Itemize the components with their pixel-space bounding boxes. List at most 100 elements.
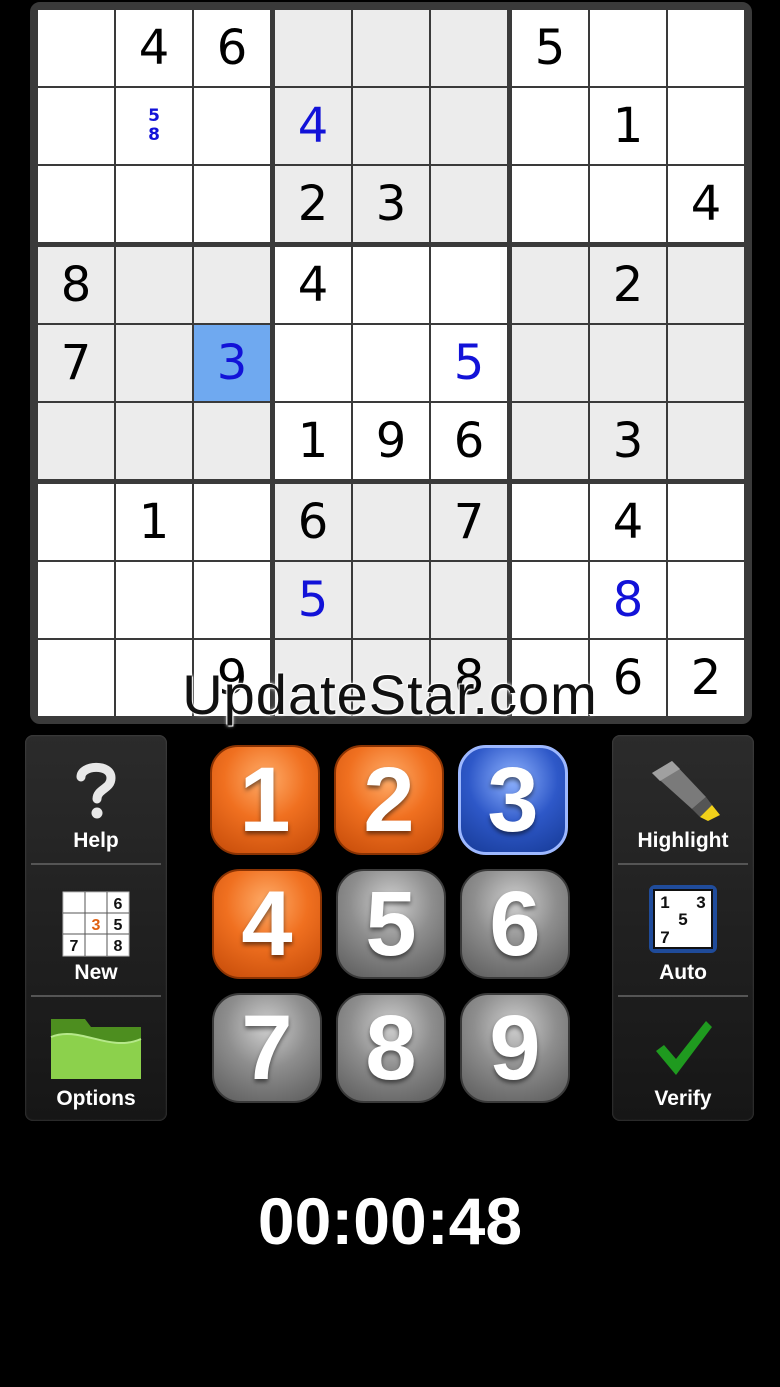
- sudoku-cell[interactable]: [668, 325, 744, 401]
- sudoku-cell[interactable]: [590, 10, 666, 86]
- sudoku-cell[interactable]: 9: [194, 640, 270, 716]
- sudoku-cell[interactable]: [38, 640, 114, 716]
- sudoku-cell[interactable]: 1: [590, 88, 666, 164]
- sudoku-cell[interactable]: 9: [353, 403, 429, 479]
- sudoku-cell[interactable]: [668, 247, 744, 323]
- auto-button[interactable]: 1 3 5 7 Auto: [612, 865, 754, 995]
- number-key-4[interactable]: 4: [212, 869, 322, 979]
- sudoku-cell[interactable]: 4: [668, 166, 744, 242]
- grid-line: [33, 401, 749, 403]
- sudoku-cell[interactable]: [512, 88, 588, 164]
- sudoku-cell[interactable]: [590, 325, 666, 401]
- sudoku-cell[interactable]: [38, 484, 114, 560]
- sudoku-cell[interactable]: [194, 166, 270, 242]
- sudoku-cell[interactable]: [512, 247, 588, 323]
- sudoku-cell[interactable]: 2: [668, 640, 744, 716]
- sudoku-cell[interactable]: [431, 247, 507, 323]
- sudoku-cell[interactable]: [668, 562, 744, 638]
- sudoku-cell[interactable]: [512, 640, 588, 716]
- sudoku-cell[interactable]: 6: [590, 640, 666, 716]
- sudoku-cell[interactable]: 8: [38, 247, 114, 323]
- sudoku-cell[interactable]: [512, 325, 588, 401]
- sudoku-cell[interactable]: 5: [431, 325, 507, 401]
- verify-button[interactable]: Verify: [612, 997, 754, 1121]
- sudoku-cell[interactable]: 5: [512, 10, 588, 86]
- sudoku-cell[interactable]: 4: [275, 88, 351, 164]
- new-button[interactable]: 6 3 5 7 8 New: [25, 865, 167, 995]
- number-key-9[interactable]: 9: [460, 993, 570, 1103]
- sudoku-cell[interactable]: [194, 88, 270, 164]
- sudoku-cell[interactable]: [512, 166, 588, 242]
- sudoku-cell[interactable]: [353, 640, 429, 716]
- sudoku-cell[interactable]: [353, 484, 429, 560]
- number-key-8[interactable]: 8: [336, 993, 446, 1103]
- sudoku-cell[interactable]: 6: [194, 10, 270, 86]
- checkmark-icon: [656, 1021, 712, 1075]
- sudoku-cell[interactable]: [431, 562, 507, 638]
- sudoku-cell[interactable]: [194, 484, 270, 560]
- sudoku-cell[interactable]: 1: [116, 484, 192, 560]
- sudoku-cell[interactable]: [275, 325, 351, 401]
- sudoku-cell[interactable]: 4: [590, 484, 666, 560]
- sudoku-cell[interactable]: [512, 484, 588, 560]
- sudoku-cell[interactable]: [38, 10, 114, 86]
- sudoku-cell[interactable]: [431, 88, 507, 164]
- sudoku-cell[interactable]: [353, 88, 429, 164]
- sudoku-cell[interactable]: 4: [116, 10, 192, 86]
- sudoku-cell[interactable]: 6: [431, 403, 507, 479]
- sudoku-cell[interactable]: [38, 166, 114, 242]
- sudoku-cell[interactable]: 7: [431, 484, 507, 560]
- note-digit: 5: [148, 106, 160, 126]
- sudoku-cell[interactable]: [38, 403, 114, 479]
- sudoku-cell[interactable]: 58: [116, 88, 192, 164]
- sudoku-cell[interactable]: [116, 403, 192, 479]
- sudoku-cell[interactable]: [194, 247, 270, 323]
- sudoku-cell[interactable]: 8: [590, 562, 666, 638]
- sudoku-cell[interactable]: [668, 88, 744, 164]
- sudoku-cell[interactable]: 4: [275, 247, 351, 323]
- sudoku-cell[interactable]: [275, 10, 351, 86]
- number-key-7[interactable]: 7: [212, 993, 322, 1103]
- sudoku-cell[interactable]: 5: [275, 562, 351, 638]
- number-key-3[interactable]: 3: [458, 745, 568, 855]
- highlight-button[interactable]: Highlight: [612, 735, 754, 863]
- number-key-2[interactable]: 2: [334, 745, 444, 855]
- number-key-5[interactable]: 5: [336, 869, 446, 979]
- sudoku-cell[interactable]: 7: [38, 325, 114, 401]
- sudoku-cell[interactable]: [194, 562, 270, 638]
- help-button[interactable]: Help: [25, 735, 167, 863]
- sudoku-cell[interactable]: [353, 325, 429, 401]
- sudoku-cell[interactable]: 3: [353, 166, 429, 242]
- sudoku-cell[interactable]: [431, 166, 507, 242]
- sudoku-cell[interactable]: [275, 640, 351, 716]
- sudoku-cell[interactable]: [668, 484, 744, 560]
- sudoku-cell[interactable]: [38, 88, 114, 164]
- sudoku-cell[interactable]: 3: [194, 325, 270, 401]
- grid-line: [744, 5, 749, 721]
- sudoku-cell[interactable]: [590, 166, 666, 242]
- sudoku-cell[interactable]: [116, 562, 192, 638]
- sudoku-cell[interactable]: [116, 325, 192, 401]
- sudoku-cell[interactable]: [431, 10, 507, 86]
- sudoku-cell[interactable]: 6: [275, 484, 351, 560]
- sudoku-cell[interactable]: [116, 247, 192, 323]
- sudoku-cell[interactable]: [353, 247, 429, 323]
- sudoku-cell[interactable]: [194, 403, 270, 479]
- sudoku-cell[interactable]: [668, 403, 744, 479]
- options-button[interactable]: Options: [25, 997, 167, 1121]
- sudoku-cell[interactable]: [116, 166, 192, 242]
- sudoku-cell[interactable]: [668, 10, 744, 86]
- number-key-6[interactable]: 6: [460, 869, 570, 979]
- sudoku-cell[interactable]: 1: [275, 403, 351, 479]
- number-key-1[interactable]: 1: [210, 745, 320, 855]
- sudoku-cell[interactable]: [512, 562, 588, 638]
- sudoku-cell[interactable]: [116, 640, 192, 716]
- sudoku-cell[interactable]: [38, 562, 114, 638]
- sudoku-cell[interactable]: [353, 10, 429, 86]
- sudoku-cell[interactable]: 2: [590, 247, 666, 323]
- sudoku-cell[interactable]: 8: [431, 640, 507, 716]
- sudoku-cell[interactable]: [353, 562, 429, 638]
- sudoku-cell[interactable]: 2: [275, 166, 351, 242]
- sudoku-cell[interactable]: [512, 403, 588, 479]
- sudoku-cell[interactable]: 3: [590, 403, 666, 479]
